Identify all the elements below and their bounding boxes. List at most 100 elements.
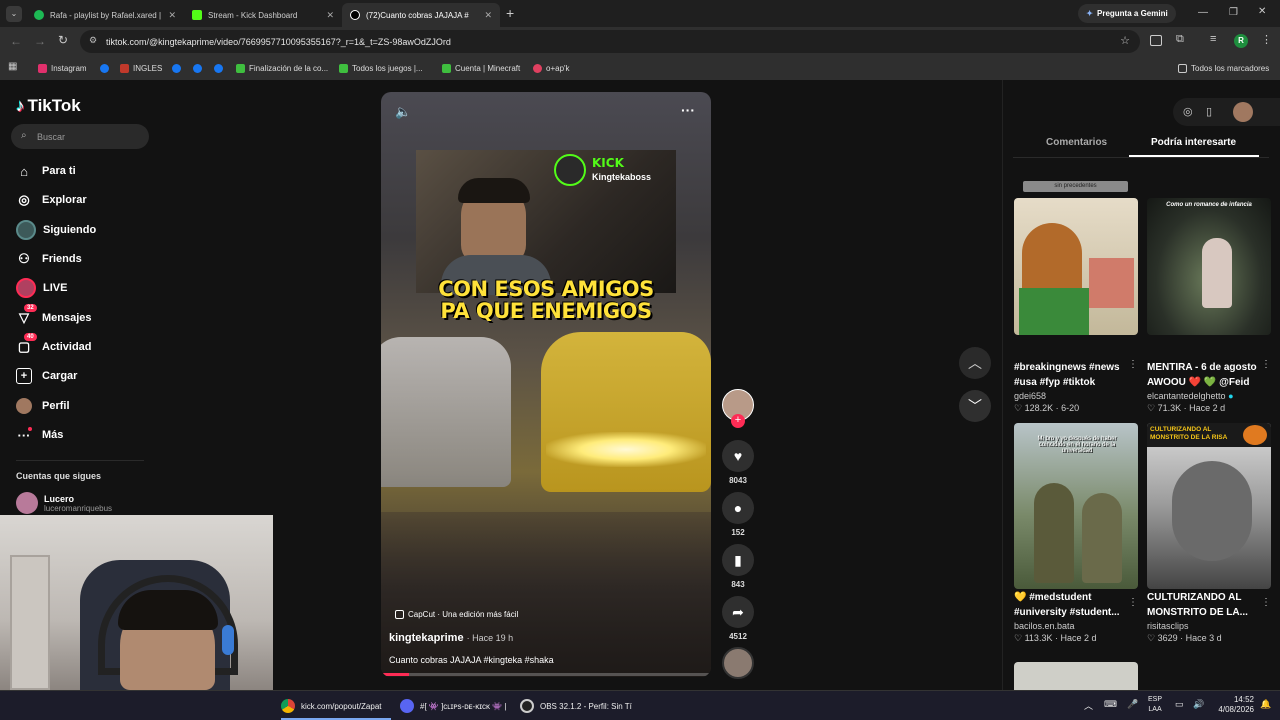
bookmark-instagram[interactable]: Instagram xyxy=(38,61,87,75)
close-icon[interactable]: ✕ xyxy=(484,10,492,21)
bookmark-star-icon[interactable]: ☆ xyxy=(1120,34,1130,47)
comment-button[interactable]: ● xyxy=(722,492,754,524)
sidebar-item-mas[interactable]: ··· Más xyxy=(16,424,63,446)
card-more-icon[interactable]: ⋮ xyxy=(1128,359,1138,370)
tab-spotify[interactable]: Rafa - playlist by Rafael.xared | ✕ xyxy=(26,3,184,27)
video-thumbnail: Como un romance de infancia xyxy=(1147,198,1271,335)
webcam-door xyxy=(10,555,50,690)
recommended-video-card[interactable] xyxy=(1014,198,1138,335)
bookmark-minecraft[interactable]: Cuenta | Minecraft xyxy=(442,61,520,75)
card-title[interactable]: #breakingnews #news #usa #fyp #tiktok xyxy=(1014,360,1132,390)
save-button[interactable]: ▮ xyxy=(722,544,754,576)
gemini-button[interactable]: ✦ Pregunta a Gemini xyxy=(1078,4,1176,23)
tray-chevron-icon[interactable]: ︿ xyxy=(1084,699,1093,712)
sidebar-item-actividad[interactable]: ▢ 40 Actividad xyxy=(16,333,92,358)
user-avatar[interactable] xyxy=(1233,102,1253,122)
url-input[interactable]: ⚙ tiktok.com/@kingtekaprime/video/766995… xyxy=(80,30,1140,53)
notification-bell-icon[interactable]: 🔔 xyxy=(1260,699,1271,710)
sidebar-item-para-ti[interactable]: ⌂ Para ti xyxy=(16,160,76,182)
taskbar-obs[interactable]: OBS 32.1.2 - Perfil: Sin Tí xyxy=(520,697,632,715)
card-user[interactable]: elcantantedelghetto ● xyxy=(1147,391,1271,401)
card-info: 💛 #medstudent #university #student... ba… xyxy=(1014,565,1138,644)
forward-icon[interactable]: → xyxy=(34,34,46,48)
sidebar-item-live[interactable]: LIVE xyxy=(16,277,67,299)
close-icon[interactable]: ✕ xyxy=(168,10,176,21)
url-text: tiktok.com/@kingtekaprime/video/76699577… xyxy=(106,36,451,47)
menu-icon[interactable]: ⋮ xyxy=(1261,33,1272,46)
device-icon[interactable]: ▯ xyxy=(1206,105,1212,118)
bookmark-finalizacion[interactable]: Finalización de la co... xyxy=(236,61,328,75)
reload-icon[interactable]: ↻ xyxy=(58,33,68,47)
all-bookmarks[interactable]: Todos los marcadores xyxy=(1178,61,1269,75)
more-options-icon[interactable]: ··· xyxy=(681,102,695,118)
volume-icon[interactable]: 🔈 xyxy=(395,104,411,120)
bookmark-oapk[interactable]: o+ap'k xyxy=(533,61,570,75)
site-info-icon[interactable]: ⚙ xyxy=(89,35,97,46)
sidebar-item-cargar[interactable]: + Cargar xyxy=(16,365,77,387)
restore-button[interactable]: ❐ xyxy=(1229,7,1238,18)
back-icon[interactable]: ← xyxy=(10,34,22,48)
video-author[interactable]: kingtekaprime xyxy=(389,632,464,644)
apps-grid-icon[interactable]: ▦ xyxy=(8,61,17,72)
sidebar-item-friends[interactable]: ⚇ Friends xyxy=(16,248,82,270)
sidebar-item-mensajes[interactable]: ▽ 32 Mensajes xyxy=(16,304,92,329)
new-tab-button[interactable]: + xyxy=(506,5,514,21)
media-icon[interactable]: ≡ xyxy=(1210,33,1216,45)
profile-avatar[interactable]: R xyxy=(1234,34,1248,48)
video-progress-track[interactable] xyxy=(381,673,711,676)
video-player[interactable]: 🔈 ··· KICK Kingtekaboss CON ESOS AMIGOS … xyxy=(381,92,711,677)
puzzle-icon[interactable]: ⧉ xyxy=(1176,33,1184,46)
card-more-icon[interactable]: ⋮ xyxy=(1128,597,1138,608)
gemini-label: Pregunta a Gemini xyxy=(1097,9,1168,18)
bookmark-ingles[interactable]: INGLES xyxy=(120,61,162,75)
taskbar-discord[interactable]: #[ 👾 ]ᴄʟɪᴘs-ᴅᴇ-ᴋɪᴄᴋ 👾 | xyxy=(400,697,507,715)
network-icon[interactable]: ▭ xyxy=(1175,699,1184,710)
sidebar-item-explorar[interactable]: ◎ Explorar xyxy=(16,189,86,211)
share-button[interactable]: ➦ xyxy=(722,596,754,628)
volume-icon[interactable]: 🔊 xyxy=(1193,699,1204,710)
tiktok-logo[interactable]: ♪ TikTok xyxy=(16,96,81,116)
search-input[interactable]: ⌕ Buscar xyxy=(11,124,149,149)
previous-video-button[interactable]: ︿ xyxy=(959,347,991,379)
card-user[interactable]: gdei658 xyxy=(1014,391,1138,401)
minimize-button[interactable]: — xyxy=(1198,7,1208,18)
bookmark-facebook[interactable] xyxy=(214,61,227,75)
follow-plus-button[interactable]: + xyxy=(731,414,745,428)
card-more-icon[interactable]: ⋮ xyxy=(1261,597,1271,608)
card-title[interactable]: CULTURIZANDO AL MONSTRITO DE LA... xyxy=(1147,590,1265,620)
webcam-ear-light xyxy=(222,625,234,655)
bookmark-facebook[interactable] xyxy=(172,61,185,75)
bookmark-facebook[interactable] xyxy=(193,61,206,75)
bookmark-juegos[interactable]: Todos los juegos |... xyxy=(339,61,423,75)
sound-avatar[interactable] xyxy=(722,647,754,679)
tray-keyboard-icon[interactable]: ⌨ xyxy=(1104,699,1117,710)
tab-kick[interactable]: Stream - Kick Dashboard ✕ xyxy=(184,3,342,27)
card-more-icon[interactable]: ⋮ xyxy=(1261,359,1271,370)
close-window-button[interactable]: ✕ xyxy=(1258,6,1266,17)
tab-tiktok[interactable]: (72)Cuanto cobras JAJAJA # ✕ xyxy=(342,3,500,27)
card-title[interactable]: 💛 #medstudent #university #student... xyxy=(1014,590,1132,620)
taskbar-chrome[interactable]: kick.com/popout/Zapat xyxy=(281,697,381,715)
recommended-video-card[interactable] xyxy=(1014,662,1138,690)
card-user[interactable]: risitasclips xyxy=(1147,621,1271,631)
tab-search-button[interactable]: ⌄ xyxy=(6,6,22,22)
card-user[interactable]: bacilos.en.bata xyxy=(1014,621,1138,631)
capcut-label[interactable]: CapCut · Una edición más fácil xyxy=(395,610,518,619)
like-button[interactable]: ♥ xyxy=(722,440,754,472)
next-video-button[interactable]: ﹀ xyxy=(959,390,991,422)
bookmark-facebook[interactable] xyxy=(100,61,113,75)
extension-icon[interactable] xyxy=(1150,35,1162,46)
compass-icon[interactable]: ◎ xyxy=(1183,105,1193,118)
tab-comentarios[interactable]: Comentarios xyxy=(1046,137,1107,148)
recommended-video-card[interactable]: Como un romance de infancia xyxy=(1147,198,1271,335)
card-title[interactable]: MENTIRA - 6 de agosto AWOOU ❤️ 💚 @Feid xyxy=(1147,360,1265,390)
following-account[interactable]: Lucero luceromanriquebus xyxy=(16,492,112,514)
browser-tab-bar: ⌄ Rafa - playlist by Rafael.xared | ✕ St… xyxy=(0,0,1280,27)
sidebar-item-perfil[interactable]: Perfil xyxy=(16,395,70,417)
tab-podria-interesarte[interactable]: Podría interesarte xyxy=(1151,137,1236,148)
clock[interactable]: 14:52 4/08/2026 xyxy=(1210,695,1254,715)
language-indicator[interactable]: ESP LAA xyxy=(1148,695,1162,715)
tray-mic-icon[interactable]: 🎤 xyxy=(1127,699,1138,710)
sidebar-item-siguiendo[interactable]: Siguiendo xyxy=(16,219,96,241)
close-icon[interactable]: ✕ xyxy=(326,10,334,21)
